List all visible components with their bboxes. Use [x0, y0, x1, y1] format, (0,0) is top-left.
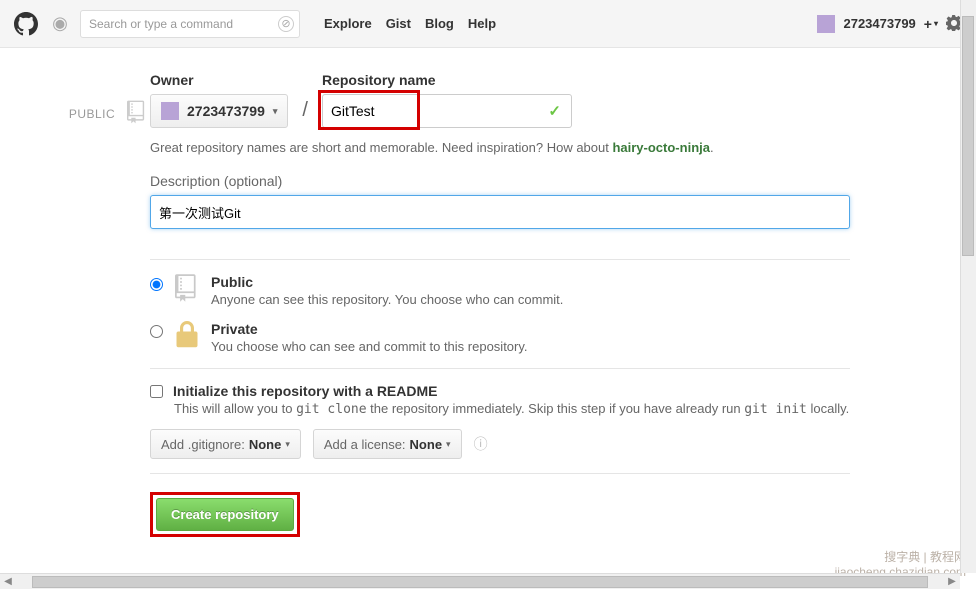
command-badge-icon[interactable]: ⊘	[278, 16, 294, 32]
notifications-icon[interactable]: ◉	[50, 14, 70, 34]
public-sub: Anyone can see this repository. You choo…	[211, 292, 563, 307]
gitignore-dropdown[interactable]: Add .gitignore: None ▾	[150, 429, 301, 459]
topbar: ◉ ⊘ Explore Gist Blog Help 2723473799 +▾	[0, 0, 976, 48]
nav-blog[interactable]: Blog	[425, 16, 454, 31]
create-repository-button[interactable]: Create repository	[156, 498, 294, 531]
create-new-menu[interactable]: +▾	[924, 16, 938, 32]
license-dropdown[interactable]: Add a license: None ▾	[313, 429, 462, 459]
vertical-scrollbar[interactable]	[960, 0, 976, 573]
private-sub: You choose who can see and commit to thi…	[211, 339, 528, 354]
search-container: ⊘	[80, 10, 300, 38]
divider	[150, 259, 850, 260]
nav-gist[interactable]: Gist	[386, 16, 411, 31]
highlight-annotation: Create repository	[150, 492, 300, 537]
info-icon[interactable]: ⓘ	[474, 434, 488, 454]
visibility-badge: PUBLIC	[66, 100, 150, 537]
caret-down-icon: ▾	[273, 106, 278, 117]
init-readme-checkbox[interactable]	[150, 385, 163, 398]
visibility-badge-label: PUBLIC	[69, 107, 115, 121]
nav-explore[interactable]: Explore	[324, 16, 372, 31]
search-input[interactable]	[80, 10, 300, 38]
init-readme-option[interactable]: Initialize this repository with a README	[150, 383, 850, 399]
scrollbar-thumb[interactable]	[32, 576, 928, 588]
top-nav: Explore Gist Blog Help	[324, 16, 496, 31]
repo-name-label: Repository name	[322, 72, 742, 88]
visibility-private-option[interactable]: Private You choose who can see and commi…	[150, 321, 850, 354]
user-menu: 2723473799 +▾	[817, 15, 964, 33]
check-icon: ✓	[548, 102, 561, 120]
owner-label: Owner	[150, 72, 288, 88]
description-label: Description (optional)	[150, 173, 850, 189]
divider	[150, 473, 850, 474]
suggested-name-link[interactable]: hairy-octo-ninja	[612, 140, 710, 155]
repo-icon	[127, 100, 147, 127]
avatar-icon[interactable]	[817, 15, 835, 33]
owner-dropdown[interactable]: 2723473799 ▾	[150, 94, 288, 128]
description-input[interactable]	[150, 195, 850, 229]
owner-value: 2723473799	[187, 103, 265, 119]
init-readme-sub: This will allow you to git clone the rep…	[174, 401, 850, 417]
repo-name-hint: Great repository names are short and mem…	[150, 140, 850, 155]
private-title: Private	[211, 321, 258, 337]
repo-name-field: ✓	[322, 94, 572, 128]
public-repo-icon	[173, 274, 201, 302]
scroll-right-arrow[interactable]: ▶	[944, 576, 960, 587]
scrollbar-thumb[interactable]	[962, 16, 974, 256]
private-lock-icon	[173, 321, 201, 349]
owner-repo-slash: /	[302, 99, 308, 122]
private-radio[interactable]	[150, 325, 163, 338]
main-content: PUBLIC Owner 2723473799 ▾ / Repository n…	[0, 48, 976, 537]
caret-down-icon: ▾	[285, 439, 290, 450]
username-label[interactable]: 2723473799	[843, 16, 915, 31]
public-radio[interactable]	[150, 278, 163, 291]
scroll-left-arrow[interactable]: ◀	[0, 576, 16, 587]
owner-avatar-icon	[161, 102, 179, 120]
horizontal-scrollbar[interactable]: ◀ ▶	[0, 573, 960, 589]
divider	[150, 368, 850, 369]
caret-down-icon: ▾	[446, 439, 451, 450]
create-repo-form: Owner 2723473799 ▾ / Repository name ✓	[150, 72, 890, 537]
init-readme-label: Initialize this repository with a README	[173, 383, 437, 399]
public-title: Public	[211, 274, 253, 290]
github-logo-icon[interactable]	[12, 10, 40, 38]
nav-help[interactable]: Help	[468, 16, 496, 31]
visibility-public-option[interactable]: Public Anyone can see this repository. Y…	[150, 274, 850, 307]
repo-name-input[interactable]	[323, 95, 571, 127]
